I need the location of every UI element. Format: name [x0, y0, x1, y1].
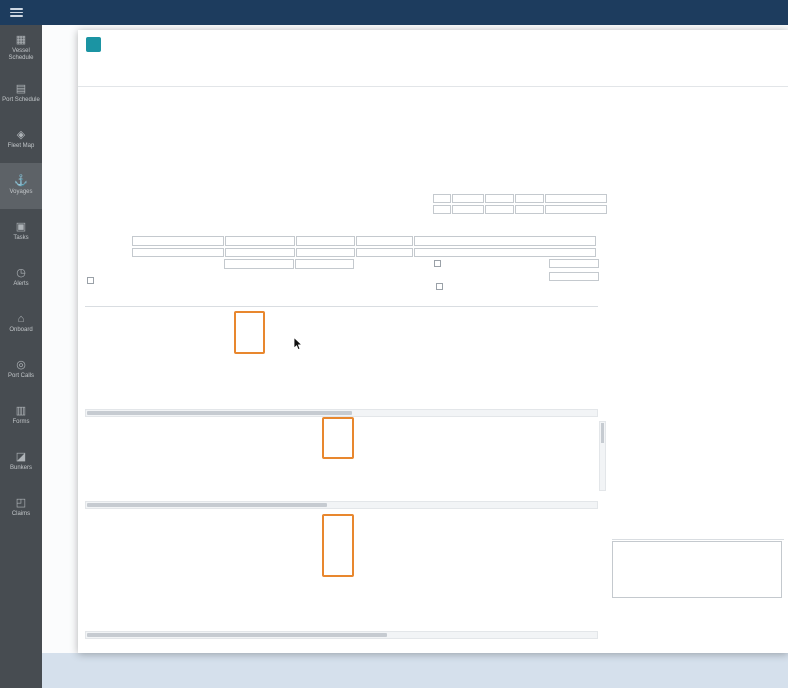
- voyages-icon: ⚓: [14, 176, 28, 187]
- sidebar: ▦ Vessel Schedule ▤ Port Schedule ◈ Fleet Map…: [0, 25, 42, 688]
- summary-panel: [612, 108, 784, 117]
- detail-tabs: [85, 294, 598, 307]
- sidebar-item-voyages[interactable]: ⚓ Voyages: [0, 163, 42, 209]
- max-unit-field[interactable]: [452, 205, 484, 215]
- tc-badge-icon: [86, 37, 101, 52]
- min-duration-row: [411, 193, 605, 204]
- sidebar-item-port-schedule[interactable]: ▤ Port Schedule: [0, 71, 42, 117]
- delivery-row: [85, 235, 598, 247]
- redelivery-difference-field[interactable]: [356, 248, 413, 258]
- vessel-schedule-icon: ▦: [16, 35, 26, 46]
- max-minus-days-field[interactable]: [485, 205, 514, 215]
- add-all-off-hires-option: [436, 283, 446, 290]
- duration-limits-table: [411, 184, 605, 215]
- min-el-redel-field[interactable]: [545, 194, 607, 204]
- sidebar-item-label: Bunkers: [1, 465, 41, 472]
- sidebar-item-vessel-schedule[interactable]: ▦ Vessel Schedule: [0, 25, 42, 71]
- duration-basis-field[interactable]: [295, 259, 354, 269]
- intercompany-block: [434, 257, 600, 283]
- min-dur-field[interactable]: [433, 194, 451, 204]
- remarks-textarea[interactable]: [612, 541, 782, 598]
- intercompany-checkbox[interactable]: [434, 260, 441, 267]
- max-plus-days-field[interactable]: [515, 205, 544, 215]
- top-bar: [0, 0, 788, 25]
- bottom-strip: [42, 653, 788, 688]
- use-local-time-option: [87, 277, 97, 284]
- duration-est-field[interactable]: [224, 259, 294, 269]
- sidebar-item-bunkers[interactable]: ◪ Bunkers: [0, 439, 42, 485]
- time-charter-in-window: [78, 30, 788, 653]
- scrollbar-thumb[interactable]: [87, 503, 327, 507]
- sidebar-item-forms[interactable]: ▥ Forms: [0, 393, 42, 439]
- delivery-remarks-field[interactable]: [414, 236, 596, 246]
- min-minus-days-field[interactable]: [485, 194, 514, 204]
- menu-icon[interactable]: [10, 8, 23, 17]
- scrollbar-thumb[interactable]: [601, 423, 604, 443]
- min-plus-days-field[interactable]: [515, 194, 544, 204]
- duration-limits-header: [411, 184, 605, 193]
- sidebar-item-port-calls[interactable]: ◎ Port Calls: [0, 347, 42, 393]
- toolbar: [78, 66, 788, 87]
- tasks-icon: ▣: [16, 222, 26, 233]
- horizontal-scrollbar[interactable]: [85, 409, 598, 417]
- port-schedule-icon: ▤: [16, 84, 26, 95]
- forms-icon: ▥: [16, 406, 26, 417]
- max-el-redel-field[interactable]: [545, 205, 607, 215]
- max-duration-row: [411, 204, 605, 215]
- bunkers-icon: ◪: [16, 452, 26, 463]
- sidebar-item-fleet-map[interactable]: ◈ Fleet Map: [0, 117, 42, 163]
- redelivery-remarks-field[interactable]: [414, 248, 596, 258]
- port-calls-icon: ◎: [16, 360, 26, 371]
- sidebar-item-label: Port Schedule: [1, 97, 41, 104]
- redelivery-proj-gmt-field[interactable]: [296, 248, 355, 258]
- scrollbar-thumb[interactable]: [87, 411, 352, 415]
- notes-tabs: [612, 528, 784, 540]
- sidebar-item-label: Tasks: [1, 235, 41, 242]
- screen: ▦ Vessel Schedule ▤ Port Schedule ◈ Fleet Map…: [0, 0, 788, 688]
- background-field-labels: [42, 72, 78, 86]
- sidebar-item-label: Alerts: [1, 281, 41, 288]
- sidebar-item-label: Port Calls: [1, 373, 41, 380]
- redelivery-port-field[interactable]: [132, 248, 224, 258]
- scrollbar-thumb[interactable]: [87, 633, 387, 637]
- min-unit-field[interactable]: [452, 194, 484, 204]
- sidebar-item-label: Onboard: [1, 327, 41, 334]
- sidebar-item-claims[interactable]: ◰ Claims: [0, 485, 42, 531]
- delivery-est-gmt-field[interactable]: [225, 236, 295, 246]
- background-field-label: [42, 72, 78, 86]
- sidebar-item-label: Fleet Map: [1, 143, 41, 150]
- claims-icon: ◰: [16, 498, 26, 509]
- onboard-icon: ⌂: [18, 314, 25, 325]
- vertical-scrollbar[interactable]: [599, 421, 606, 491]
- sidebar-item-alerts[interactable]: ◷ Alerts: [0, 255, 42, 301]
- add-all-off-hires-checkbox[interactable]: [436, 283, 443, 290]
- ic-adj-field[interactable]: [549, 272, 599, 282]
- fleet-map-icon: ◈: [17, 130, 25, 141]
- sidebar-item-onboard[interactable]: ⌂ Onboard: [0, 301, 42, 347]
- ic-company-field[interactable]: [549, 259, 599, 269]
- itinerary-header: [85, 226, 598, 235]
- redelivery-est-gmt-field[interactable]: [225, 248, 295, 258]
- horizontal-scrollbar[interactable]: [85, 501, 598, 509]
- delivery-difference-field[interactable]: [356, 236, 413, 246]
- sidebar-item-label: Claims: [1, 511, 41, 518]
- sidebar-item-label: Vessel Schedule: [1, 48, 41, 61]
- delivery-proj-gmt-field[interactable]: [296, 236, 355, 246]
- alerts-icon: ◷: [16, 268, 26, 279]
- horizontal-scrollbar[interactable]: [85, 631, 598, 639]
- sidebar-item-label: Voyages: [1, 189, 41, 196]
- delivery-port-field[interactable]: [132, 236, 224, 246]
- sidebar-item-label: Forms: [1, 419, 41, 426]
- max-dur-field[interactable]: [433, 205, 451, 215]
- use-local-time-checkbox[interactable]: [87, 277, 94, 284]
- sidebar-item-tasks[interactable]: ▣ Tasks: [0, 209, 42, 255]
- window-titlebar: [78, 30, 788, 58]
